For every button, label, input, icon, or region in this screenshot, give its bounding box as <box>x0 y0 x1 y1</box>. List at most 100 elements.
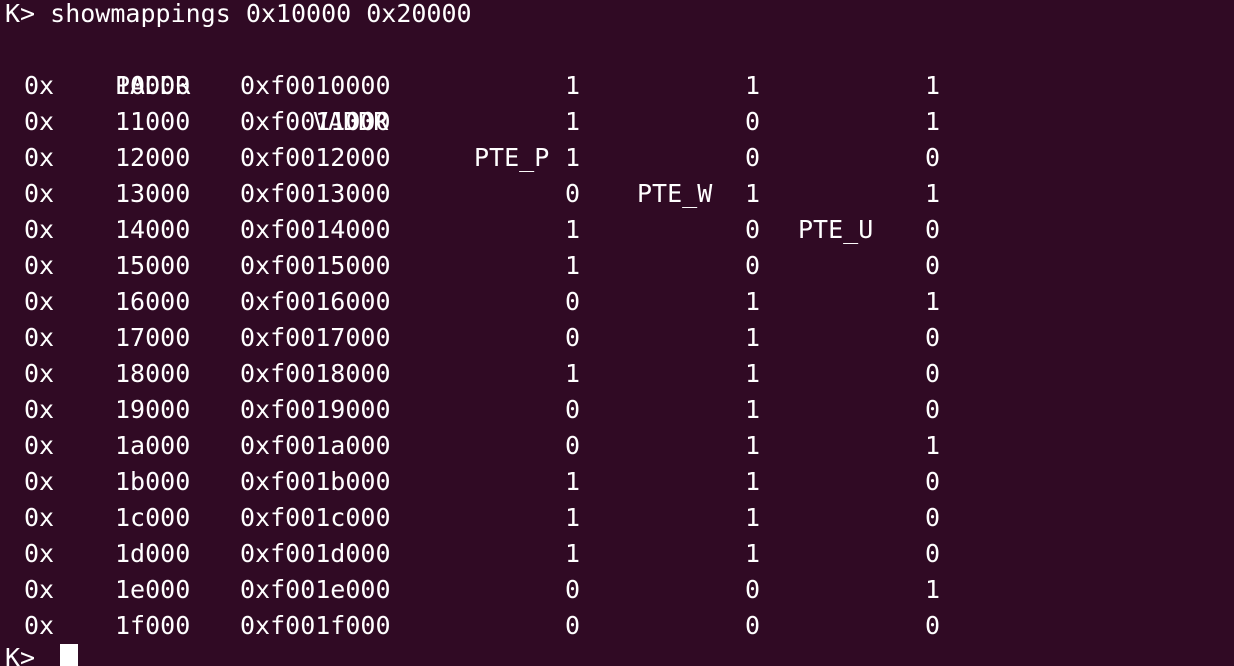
cell-prefix: 0x <box>24 143 55 172</box>
cell-paddr: 18000 <box>115 359 191 388</box>
cell-pte-u: 1 <box>925 107 941 136</box>
cell-prefix: 0x <box>24 179 55 208</box>
cell-pte-p: 0 <box>565 575 581 604</box>
cell-pte-u: 0 <box>925 539 941 568</box>
cell-prefix: 0x <box>24 395 55 424</box>
cell-paddr: 1b000 <box>115 467 191 496</box>
cell-pte-p: 0 <box>565 431 581 460</box>
cell-prefix: 0x <box>24 359 55 388</box>
cell-paddr: 1c000 <box>115 503 191 532</box>
cell-pte-u: 0 <box>925 215 941 244</box>
cell-pte-w: 0 <box>745 215 761 244</box>
cell-pte-p: 1 <box>565 359 581 388</box>
header-pte-p: PTE_P <box>474 143 550 172</box>
cell-pte-u: 1 <box>925 179 941 208</box>
cell-pte-w: 1 <box>745 287 761 316</box>
cell-pte-w: 0 <box>745 107 761 136</box>
cell-paddr: 1e000 <box>115 575 191 604</box>
cell-paddr: 1a000 <box>115 431 191 460</box>
cell-vaddr: 0xf0010000 <box>240 71 391 100</box>
cell-prefix: 0x <box>24 467 55 496</box>
cell-prefix: 0x <box>24 323 55 352</box>
cell-pte-w: 0 <box>745 143 761 172</box>
header-pte-u: PTE_U <box>798 215 874 244</box>
cell-paddr: 13000 <box>115 179 191 208</box>
cell-prefix: 0x <box>24 215 55 244</box>
cell-pte-w: 0 <box>745 575 761 604</box>
cell-paddr: 14000 <box>115 215 191 244</box>
cell-paddr: 17000 <box>115 323 191 352</box>
cell-pte-u: 0 <box>925 143 941 172</box>
cell-vaddr: 0xf0011000 <box>240 107 391 136</box>
cell-vaddr: 0xf0014000 <box>240 215 391 244</box>
cell-vaddr: 0xf001e000 <box>240 575 391 604</box>
cell-pte-u: 0 <box>925 359 941 388</box>
cell-pte-w: 1 <box>745 503 761 532</box>
cell-vaddr: 0xf001c000 <box>240 503 391 532</box>
cell-pte-w: 1 <box>745 71 761 100</box>
cell-vaddr: 0xf001a000 <box>240 431 391 460</box>
cell-paddr: 19000 <box>115 395 191 424</box>
cell-pte-u: 0 <box>925 467 941 496</box>
cell-paddr: 12000 <box>115 143 191 172</box>
cell-vaddr: 0xf0018000 <box>240 359 391 388</box>
cell-pte-u: 0 <box>925 323 941 352</box>
cell-pte-u: 1 <box>925 431 941 460</box>
cell-vaddr: 0xf0019000 <box>240 395 391 424</box>
cell-pte-w: 0 <box>745 251 761 280</box>
cell-vaddr: 0xf0015000 <box>240 251 391 280</box>
cell-prefix: 0x <box>24 71 55 100</box>
cell-prefix: 0x <box>24 251 55 280</box>
cell-vaddr: 0xf001d000 <box>240 539 391 568</box>
cell-prefix: 0x <box>24 287 55 316</box>
cell-pte-u: 0 <box>925 395 941 424</box>
cell-vaddr: 0xf0013000 <box>240 179 391 208</box>
header-pte-w: PTE_W <box>637 179 713 208</box>
cell-pte-p: 1 <box>565 251 581 280</box>
cell-pte-p: 0 <box>565 179 581 208</box>
cell-pte-p: 1 <box>565 71 581 100</box>
cell-pte-p: 0 <box>565 287 581 316</box>
cell-pte-w: 1 <box>745 179 761 208</box>
cell-pte-w: 1 <box>745 431 761 460</box>
cell-pte-p: 0 <box>565 611 581 640</box>
cell-paddr: 1d000 <box>115 539 191 568</box>
table-header: PADDR VADDR PTE_P PTE_W PTE_U <box>0 32 873 244</box>
cell-pte-p: 1 <box>565 143 581 172</box>
cell-pte-p: 1 <box>565 503 581 532</box>
cell-pte-p: 1 <box>565 539 581 568</box>
cell-vaddr: 0xf001f000 <box>240 611 391 640</box>
cell-pte-w: 1 <box>745 323 761 352</box>
cell-pte-w: 1 <box>745 359 761 388</box>
cell-pte-p: 0 <box>565 395 581 424</box>
cell-paddr: 15000 <box>115 251 191 280</box>
cell-prefix: 0x <box>24 107 55 136</box>
cell-prefix: 0x <box>24 611 55 640</box>
cell-prefix: 0x <box>24 431 55 460</box>
cell-prefix: 0x <box>24 503 55 532</box>
cell-prefix: 0x <box>24 539 55 568</box>
cell-pte-p: 1 <box>565 107 581 136</box>
cell-pte-p: 0 <box>565 323 581 352</box>
command-line: K> showmappings 0x10000 0x20000 <box>5 0 472 28</box>
terminal-window[interactable]: K> showmappings 0x10000 0x20000 PADDR VA… <box>0 0 1234 666</box>
cell-pte-u: 1 <box>925 575 941 604</box>
cell-pte-p: 1 <box>565 467 581 496</box>
cell-pte-w: 1 <box>745 395 761 424</box>
cell-pte-u: 0 <box>925 251 941 280</box>
cell-pte-u: 1 <box>925 287 941 316</box>
cell-vaddr: 0xf001b000 <box>240 467 391 496</box>
cell-paddr: 10000 <box>115 71 191 100</box>
cell-pte-w: 1 <box>745 539 761 568</box>
cell-vaddr: 0xf0016000 <box>240 287 391 316</box>
cell-pte-u: 0 <box>925 611 941 640</box>
cell-pte-w: 0 <box>745 611 761 640</box>
cell-pte-w: 1 <box>745 467 761 496</box>
cell-prefix: 0x <box>24 575 55 604</box>
shell-prompt: K> <box>5 643 36 666</box>
cell-pte-p: 1 <box>565 215 581 244</box>
cell-pte-u: 1 <box>925 71 941 100</box>
cell-vaddr: 0xf0012000 <box>240 143 391 172</box>
text-cursor <box>60 644 78 666</box>
cell-vaddr: 0xf0017000 <box>240 323 391 352</box>
